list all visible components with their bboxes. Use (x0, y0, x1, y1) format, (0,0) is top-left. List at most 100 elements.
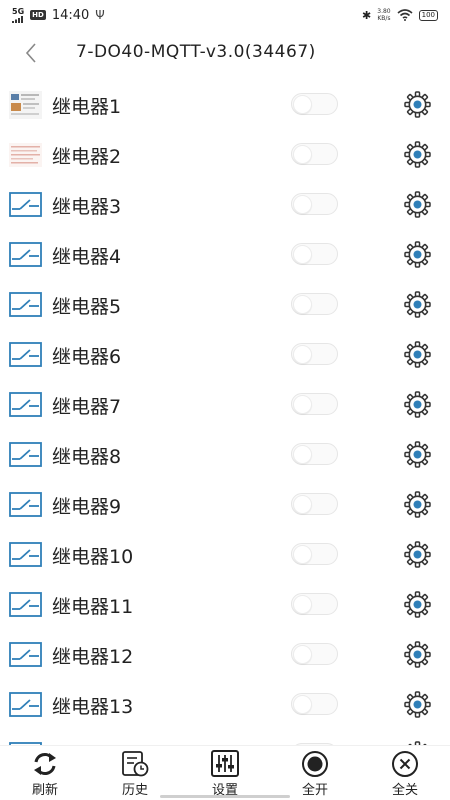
battery-icon: 100 (418, 9, 438, 21)
relay-label: 继电器6 (52, 346, 122, 368)
wifi-icon (397, 9, 413, 21)
history-icon (122, 751, 149, 777)
gear-icon[interactable] (404, 141, 431, 168)
refresh-button[interactable]: 刷新 (15, 750, 75, 800)
relay-row: 继电器10 (0, 530, 450, 580)
relay-label: 继电器13 (52, 696, 134, 718)
relay-switch-icon (9, 392, 42, 417)
relay-label: 继电器11 (52, 596, 134, 618)
gear-icon[interactable] (404, 691, 431, 718)
relay-row: 继电器8 (0, 430, 450, 480)
gear-icon[interactable] (404, 641, 431, 668)
relay-label: 继电器2 (52, 146, 122, 168)
toggle-knob (293, 645, 312, 664)
speed-value: 3.80 (377, 8, 391, 15)
gear-icon[interactable] (404, 341, 431, 368)
relay-toggle[interactable] (291, 243, 338, 265)
relay-toggle[interactable] (291, 493, 338, 515)
relay-label: 继电器7 (52, 396, 122, 418)
toggle-knob (293, 345, 312, 364)
relay-switch-icon (9, 242, 42, 267)
usb-icon: Ψ (95, 8, 105, 22)
gear-icon[interactable] (404, 591, 431, 618)
thumbnail-image (9, 91, 42, 119)
relay-toggle[interactable] (291, 143, 338, 165)
signal-bars-icon (12, 15, 23, 23)
app-screen: 5G HD 14:40 Ψ ✱ 3.80 KB/s 100 7-DO40-MQT… (0, 0, 450, 800)
toggle-knob (293, 595, 312, 614)
gear-icon[interactable] (404, 441, 431, 468)
all-on-label: 全开 (301, 783, 328, 798)
gear-icon[interactable] (404, 491, 431, 518)
relay-switch-icon (9, 442, 42, 467)
relay-row: 继电器14 (0, 730, 450, 745)
relay-row: 继电器11 (0, 580, 450, 630)
gear-icon[interactable] (404, 91, 431, 118)
relay-row: 继电器5 (0, 280, 450, 330)
toggle-knob (293, 295, 312, 314)
all-off-label: 全关 (391, 783, 418, 798)
relay-row: 继电器4 (0, 230, 450, 280)
relay-switch-icon (9, 642, 42, 667)
relay-switch-icon (9, 342, 42, 367)
relay-label: 继电器4 (52, 246, 122, 268)
hd-badge: HD (30, 10, 46, 20)
relay-toggle[interactable] (291, 643, 338, 665)
status-bar: 5G HD 14:40 Ψ ✱ 3.80 KB/s 100 (0, 0, 450, 30)
all-off-button[interactable]: 全关 (375, 750, 435, 800)
history-button[interactable]: 历史 (105, 750, 165, 800)
relay-toggle[interactable] (291, 693, 338, 715)
relay-row: 继电器13 (0, 680, 450, 730)
relay-toggle[interactable] (291, 443, 338, 465)
all-on-button[interactable]: 全开 (285, 750, 345, 800)
relay-switch-icon (9, 692, 42, 717)
toggle-knob (293, 395, 312, 414)
toggle-knob (293, 445, 312, 464)
gear-icon[interactable] (404, 291, 431, 318)
relay-toggle[interactable] (291, 593, 338, 615)
relay-switch-icon (9, 592, 42, 617)
relay-toggle[interactable] (291, 343, 338, 365)
relay-toggle[interactable] (291, 193, 338, 215)
toggle-knob (293, 95, 312, 114)
relay-row: 继电器12 (0, 630, 450, 680)
relay-switch-icon (9, 192, 42, 217)
refresh-label: 刷新 (31, 783, 58, 798)
relay-label: 继电器5 (52, 296, 122, 318)
gear-icon[interactable] (404, 241, 431, 268)
relay-row: 继电器9 (0, 480, 450, 530)
toggle-knob (293, 195, 312, 214)
relay-list: 继电器1 继电器2 继电器3 继电器4 继电器5 继电器6 继电器7 继电器8 继电器9 继电器1… (0, 80, 450, 745)
relay-toggle[interactable] (291, 393, 338, 415)
relay-label: 继电器9 (52, 496, 122, 518)
gear-icon[interactable] (404, 541, 431, 568)
all-off-icon (392, 751, 418, 777)
sliders-icon (211, 750, 239, 777)
back-arrow-icon[interactable] (20, 39, 44, 67)
relay-toggle[interactable] (291, 93, 338, 115)
relay-row: 继电器1 (0, 80, 450, 130)
gear-icon[interactable] (404, 391, 431, 418)
toggle-knob (293, 545, 312, 564)
toggle-knob (293, 245, 312, 264)
gear-icon[interactable] (404, 191, 431, 218)
settings-button[interactable]: 设置 (195, 750, 255, 800)
relay-row: 继电器6 (0, 330, 450, 380)
relay-toggle[interactable] (291, 543, 338, 565)
bluetooth-icon: ✱ (362, 8, 372, 22)
page-title: 7-DO40-MQTT-v3.0(34467) (76, 42, 316, 62)
relay-row: 继电器7 (0, 380, 450, 430)
status-left: 5G HD 14:40 Ψ (12, 7, 105, 23)
relay-toggle[interactable] (291, 293, 338, 315)
relay-row: 继电器3 (0, 180, 450, 230)
relay-label: 继电器12 (52, 646, 134, 668)
relay-label: 继电器10 (52, 546, 134, 568)
status-time: 14:40 (51, 7, 90, 23)
all-on-icon (302, 751, 328, 777)
bottom-toolbar: 刷新 历史 设置 全开 全关 (0, 745, 450, 800)
relay-switch-icon (9, 542, 42, 567)
refresh-icon (34, 753, 56, 775)
thumbnail-image (9, 143, 42, 167)
relay-label: 继电器8 (52, 446, 122, 468)
toggle-knob (293, 695, 312, 714)
